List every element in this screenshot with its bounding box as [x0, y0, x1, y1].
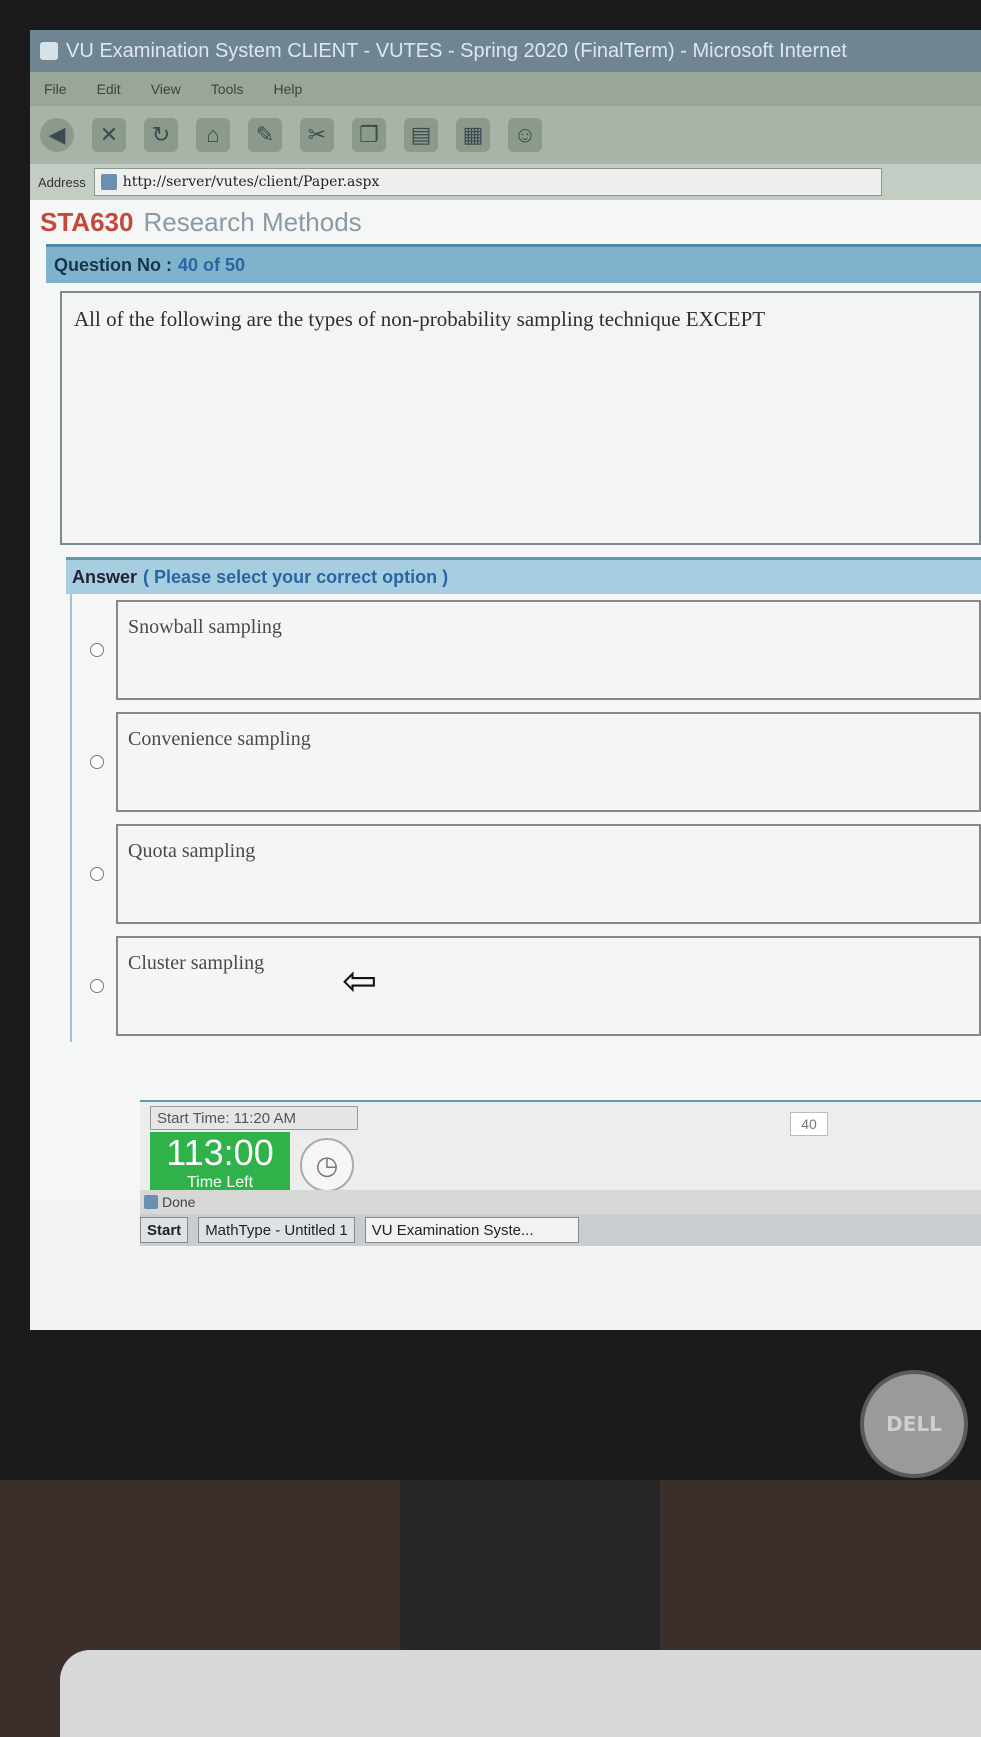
option-row: Snowball sampling — [72, 594, 981, 706]
menu-edit[interactable]: Edit — [97, 81, 121, 97]
option-text[interactable]: Snowball sampling — [116, 600, 981, 700]
time-left-panel: 113:00 Time Left — [150, 1132, 290, 1194]
address-bar: Address http://server/vutes/client/Paper… — [30, 164, 981, 200]
option-row: Convenience sampling — [72, 706, 981, 818]
course-name: Research Methods — [143, 206, 362, 237]
option-row: Cluster sampling — [72, 930, 981, 1042]
users-icon[interactable]: ☺ — [508, 118, 542, 152]
answer-header: Answer ( Please select your correct opti… — [66, 557, 981, 594]
window-titlebar: VU Examination System CLIENT - VUTES - S… — [30, 30, 981, 72]
taskbar-item-vu-exam[interactable]: VU Examination Syste... — [364, 1217, 579, 1243]
clock-icon: ◷ — [300, 1138, 354, 1192]
option-row: Quota sampling — [72, 818, 981, 930]
answer-label: Answer — [72, 566, 138, 587]
stop-icon[interactable]: ✕ — [92, 118, 126, 152]
edit-icon[interactable]: ✎ — [248, 118, 282, 152]
window-title: VU Examination System CLIENT - VUTES - S… — [66, 39, 847, 62]
option-radio[interactable] — [90, 643, 104, 657]
dell-logo-icon: DELL — [860, 1370, 968, 1478]
question-counter: 40 — [790, 1112, 828, 1136]
option-text[interactable]: Convenience sampling — [116, 712, 981, 812]
time-left-value: 113:00 — [166, 1132, 274, 1173]
cut-icon[interactable]: ✂ — [300, 118, 334, 152]
status-bar: Done — [140, 1190, 981, 1214]
question-label: Question No : — [54, 254, 172, 275]
copy-icon[interactable]: ❐ — [352, 118, 386, 152]
menu-help[interactable]: Help — [273, 81, 302, 97]
status-text: Done — [162, 1194, 196, 1210]
course-code: STA630 — [40, 206, 134, 237]
left-arrow-icon: ⇦ — [342, 956, 378, 1005]
menu-file[interactable]: File — [44, 81, 67, 97]
keyboard — [60, 1650, 981, 1737]
option-radio[interactable] — [90, 867, 104, 881]
menu-bar: File Edit View Tools Help — [30, 72, 981, 106]
course-heading: STA630 Research Methods — [30, 200, 981, 244]
question-text: All of the following are the types of no… — [60, 291, 981, 545]
paste-icon[interactable]: ▤ — [404, 118, 438, 152]
toolbar: ◀ ✕ ↻ ⌂ ✎ ✂ ❐ ▤ ▦ ☺ — [30, 106, 981, 164]
back-icon[interactable]: ◀ — [40, 118, 74, 152]
address-label: Address — [38, 174, 86, 190]
option-text[interactable]: Cluster sampling — [116, 936, 981, 1036]
taskbar-item-mathtype[interactable]: MathType - Untitled 1 — [198, 1217, 355, 1243]
home-icon[interactable]: ⌂ — [196, 118, 230, 152]
answer-hint: ( Please select your correct option ) — [143, 566, 449, 587]
refresh-icon[interactable]: ↻ — [144, 118, 178, 152]
exam-footer: Start Time: 11:20 AM 113:00 Time Left ◷ … — [140, 1100, 981, 1194]
taskbar: Start MathType - Untitled 1 VU Examinati… — [140, 1214, 981, 1246]
exam-page: STA630 Research Methods Question No : 40… — [30, 200, 981, 1200]
start-button[interactable]: Start — [140, 1217, 189, 1243]
menu-tools[interactable]: Tools — [211, 81, 244, 97]
option-text[interactable]: Quota sampling — [116, 824, 981, 924]
start-time: Start Time: 11:20 AM — [150, 1106, 358, 1130]
question-header: Question No : 40 of 50 — [46, 244, 981, 283]
page-icon — [100, 174, 117, 190]
address-url: http://server/vutes/client/Paper.aspx — [122, 174, 380, 190]
option-radio[interactable] — [90, 755, 104, 769]
ie-icon — [40, 42, 58, 60]
option-radio[interactable] — [90, 979, 104, 993]
screen: VU Examination System CLIENT - VUTES - S… — [30, 30, 981, 1330]
answer-options: Snowball sampling Convenience sampling Q… — [70, 594, 981, 1042]
status-page-icon — [144, 1195, 158, 1209]
menu-view[interactable]: View — [151, 81, 181, 97]
print-icon[interactable]: ▦ — [456, 118, 490, 152]
address-input[interactable]: http://server/vutes/client/Paper.aspx — [93, 168, 882, 196]
question-number: 40 of 50 — [178, 254, 246, 275]
